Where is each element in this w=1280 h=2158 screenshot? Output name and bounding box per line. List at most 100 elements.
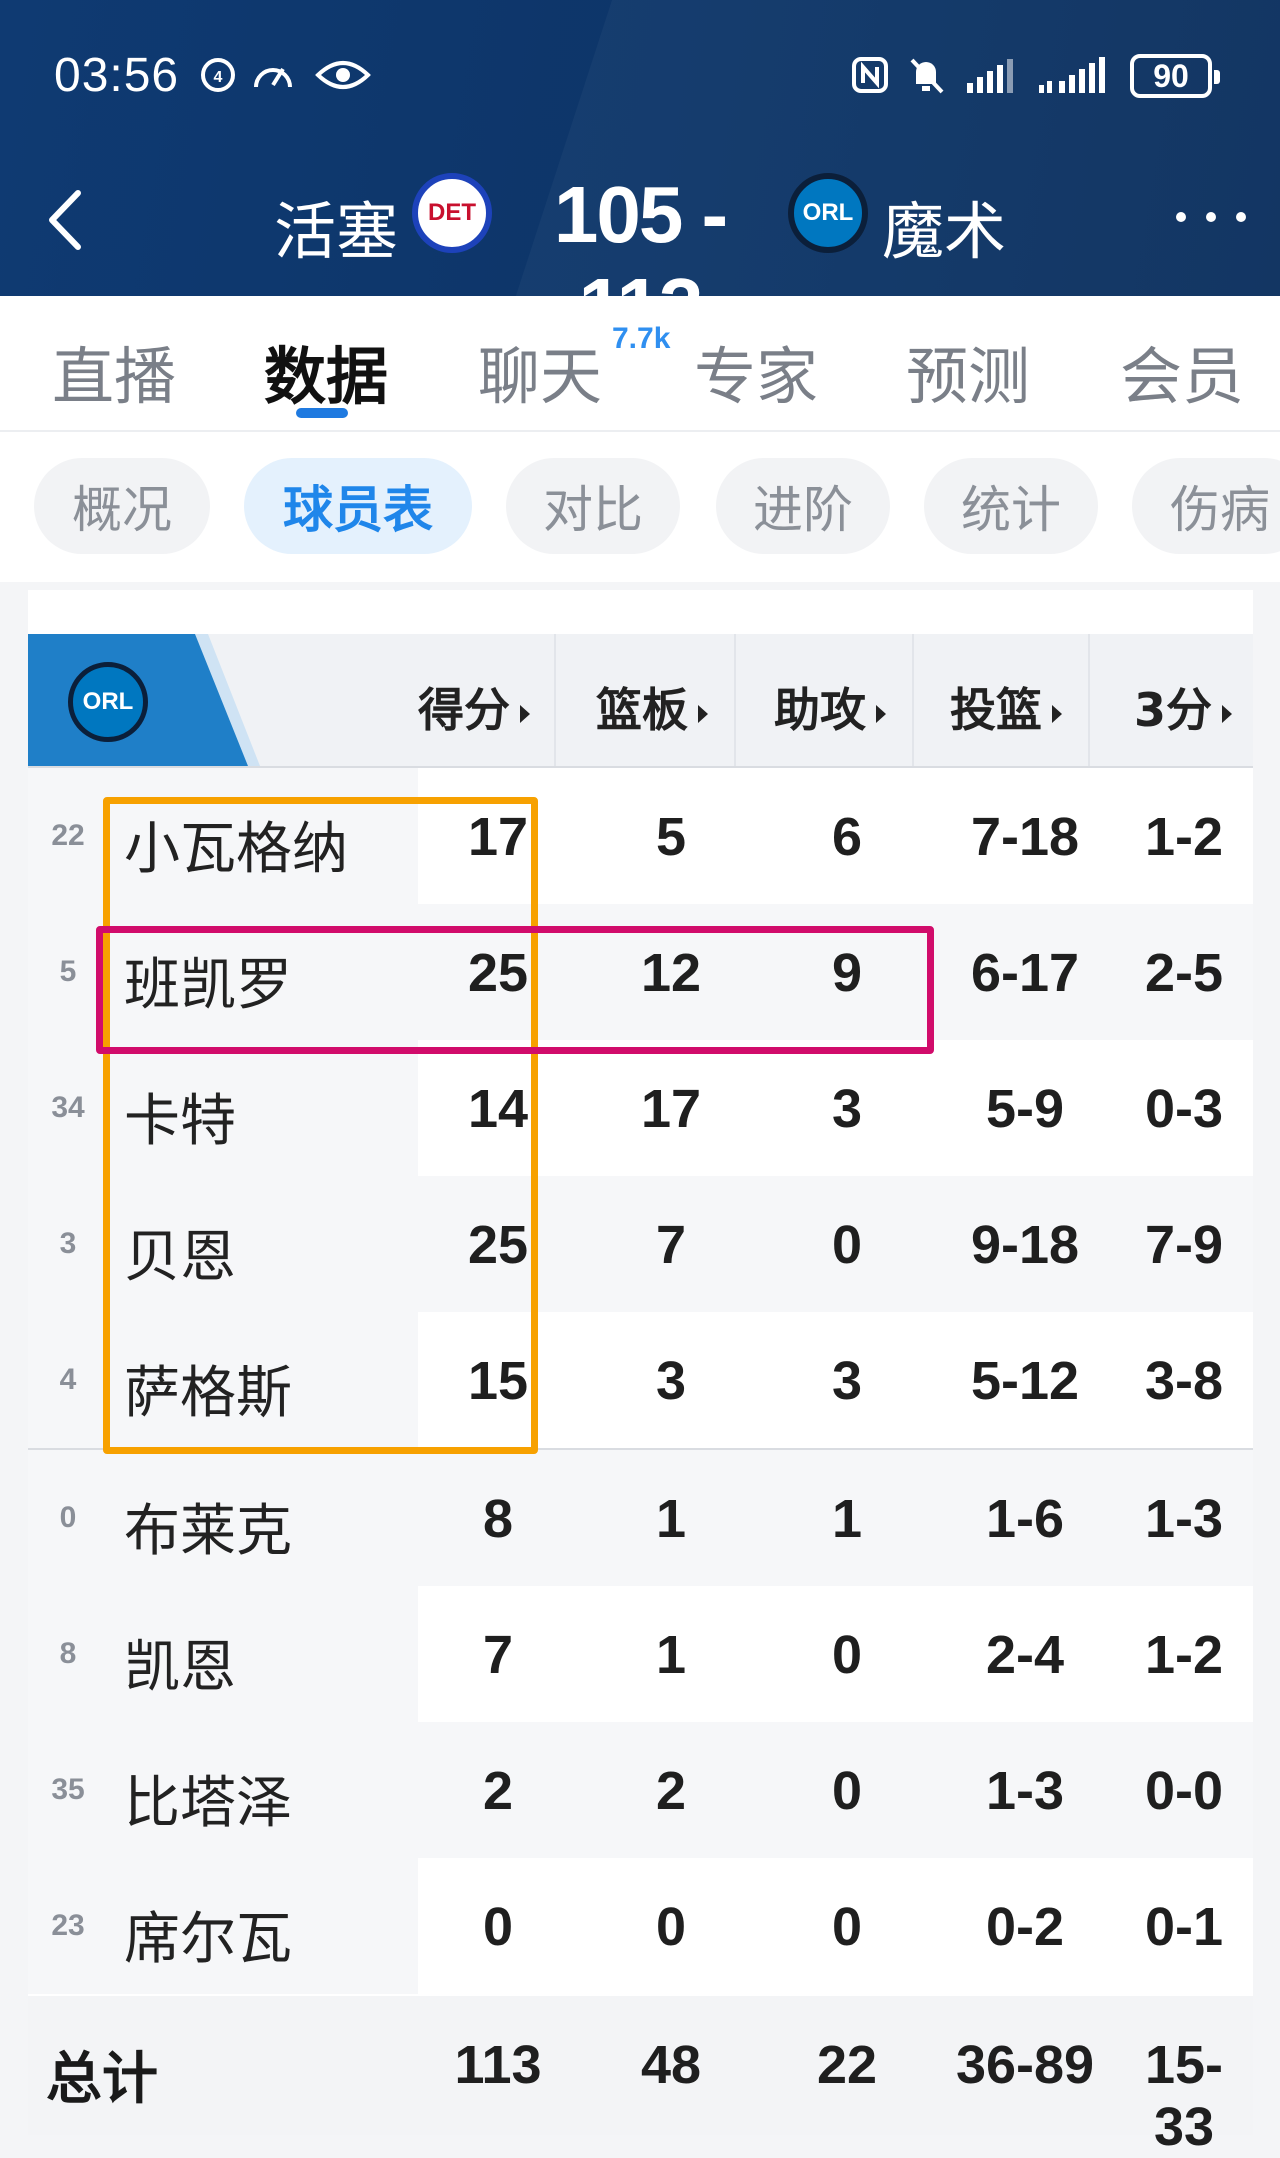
cell-rebounds: 1 xyxy=(655,1625,687,1685)
table-row[interactable]: 23 席尔瓦 0 0 0 0-2 0-1 xyxy=(28,1858,1253,1994)
player-name[interactable]: 席尔瓦 xyxy=(124,1894,292,1975)
cell-assists: 0 xyxy=(831,1761,863,1821)
cell-rebounds: 1 xyxy=(655,1489,687,1549)
column-assists[interactable]: 助攻 xyxy=(774,674,886,740)
jersey-number: 8 xyxy=(44,1630,92,1678)
cell-assists: 0 xyxy=(831,1897,863,1957)
hd-icon: 4 xyxy=(196,52,240,98)
cell-field-goals: 0-2 xyxy=(985,1897,1065,1957)
total-rebounds: 48 xyxy=(640,2035,702,2095)
column-points[interactable]: 得分 xyxy=(418,674,530,740)
subtab-injury[interactable]: 伤病 xyxy=(1132,458,1280,554)
tab-expert[interactable]: 专家 xyxy=(694,326,818,416)
player-name[interactable]: 凯恩 xyxy=(124,1622,236,1703)
total-field-goals: 36-89 xyxy=(955,2035,1095,2095)
speed-icon xyxy=(248,52,298,98)
status-bar: 03:56 4 90 xyxy=(0,0,1280,150)
jersey-number: 23 xyxy=(44,1902,92,1950)
cell-assists: 0 xyxy=(831,1625,863,1685)
sort-arrow-icon xyxy=(698,704,708,723)
column-separator xyxy=(1088,634,1090,766)
banchero-row-highlight xyxy=(96,926,934,1054)
subtab-compare[interactable]: 对比 xyxy=(506,458,680,554)
signal-icon xyxy=(964,52,1020,98)
main-tab-bar: 直播 数据 聊天 7.7k 专家 预测 会员 xyxy=(0,296,1280,432)
cell-assists: 0 xyxy=(831,1215,863,1275)
cell-rebounds: 5 xyxy=(655,807,687,867)
cell-three-pointers: 7-9 xyxy=(1144,1215,1224,1275)
cell-rebounds: 17 xyxy=(640,1079,702,1139)
column-separator xyxy=(734,634,736,766)
mute-icon xyxy=(904,52,948,98)
cell-three-pointers: 0-3 xyxy=(1144,1079,1224,1139)
cell-rebounds: 2 xyxy=(655,1761,687,1821)
total-label: 总计 xyxy=(46,2047,158,2112)
column-assists-label: 助攻 xyxy=(774,683,866,737)
home-team-logo[interactable]: DET xyxy=(412,173,492,253)
cell-points: 8 xyxy=(482,1489,514,1549)
team-logo-orl[interactable]: ORL xyxy=(68,662,148,742)
cell-three-pointers: 1-2 xyxy=(1144,1625,1224,1685)
table-row[interactable]: 0 布莱克 8 1 1 1-6 1-3 xyxy=(28,1450,1253,1586)
player-name[interactable]: 比塔泽 xyxy=(124,1758,292,1839)
cell-three-pointers: 2-5 xyxy=(1144,943,1224,1003)
jersey-number: 22 xyxy=(44,812,92,860)
home-team-name[interactable]: 活塞 xyxy=(274,181,398,271)
cell-assists: 3 xyxy=(831,1351,863,1411)
tab-predict[interactable]: 预测 xyxy=(906,326,1030,416)
cell-points: 2 xyxy=(482,1761,514,1821)
eye-icon xyxy=(314,52,372,98)
table-row[interactable]: 35 比塔泽 2 2 0 1-3 0-0 xyxy=(28,1722,1253,1858)
tab-member[interactable]: 会员 xyxy=(1120,326,1244,416)
table-header: ORL 得分 篮板 助攻 投篮 3分 xyxy=(28,634,1253,766)
nfc-icon xyxy=(848,52,892,98)
sort-arrow-icon xyxy=(876,704,886,723)
cell-field-goals: 9-18 xyxy=(970,1215,1080,1275)
tab-data[interactable]: 数据 xyxy=(264,326,388,416)
sort-arrow-icon xyxy=(520,704,530,723)
column-rebounds[interactable]: 篮板 xyxy=(596,674,708,740)
tab-active-indicator xyxy=(296,408,348,418)
column-three-pointers[interactable]: 3分 xyxy=(1134,674,1233,740)
tab-chat[interactable]: 聊天 xyxy=(478,326,602,416)
cell-field-goals: 7-18 xyxy=(970,807,1080,867)
player-name[interactable]: 布莱克 xyxy=(124,1486,292,1567)
svg-text:4: 4 xyxy=(214,69,223,86)
jersey-number: 5 xyxy=(44,948,92,996)
column-field-goals[interactable]: 投篮 xyxy=(950,674,1062,740)
match-header: 03:56 4 90 活塞 DET 105 - 113 ORL xyxy=(0,0,1280,296)
jersey-number: 3 xyxy=(44,1220,92,1268)
sub-tab-bar: 概况 球员表 对比 进阶 统计 伤病 xyxy=(0,432,1280,582)
table-row[interactable]: 8 凯恩 7 1 0 2-4 1-2 xyxy=(28,1586,1253,1722)
signal-icon-2 xyxy=(1036,52,1116,98)
cell-field-goals: 6-17 xyxy=(970,943,1080,1003)
cell-assists: 1 xyxy=(831,1489,863,1549)
subtab-overview[interactable]: 概况 xyxy=(34,458,210,554)
column-separator xyxy=(554,634,556,766)
battery-indicator: 90 xyxy=(1130,54,1220,98)
total-row: 总计 113 48 22 36-89 15-33 xyxy=(28,1996,1253,2157)
cell-three-pointers: 0-1 xyxy=(1144,1897,1224,1957)
jersey-number: 34 xyxy=(44,1084,92,1132)
column-three-pointers-label: 3分 xyxy=(1134,683,1213,737)
cell-rebounds: 0 xyxy=(655,1897,687,1957)
starters-points-highlight xyxy=(103,797,538,1454)
more-icon[interactable] xyxy=(1176,207,1246,227)
subtab-advanced[interactable]: 进阶 xyxy=(716,458,890,554)
tab-live[interactable]: 直播 xyxy=(52,326,176,416)
away-team-name[interactable]: 魔术 xyxy=(882,181,1006,271)
column-points-label: 得分 xyxy=(418,683,510,737)
cell-three-pointers: 0-0 xyxy=(1144,1761,1224,1821)
subtab-player-stats[interactable]: 球员表 xyxy=(244,458,472,554)
cell-three-pointers: 1-3 xyxy=(1144,1489,1224,1549)
status-time: 03:56 xyxy=(54,49,180,102)
back-button[interactable] xyxy=(38,185,98,255)
cell-assists: 3 xyxy=(831,1079,863,1139)
subtab-stats[interactable]: 统计 xyxy=(924,458,1098,554)
column-rebounds-label: 篮板 xyxy=(596,683,688,737)
away-team-logo[interactable]: ORL xyxy=(788,173,868,253)
cell-assists: 6 xyxy=(831,807,863,867)
cell-field-goals: 1-6 xyxy=(985,1489,1065,1549)
back-icon xyxy=(49,190,81,250)
jersey-number: 35 xyxy=(44,1766,92,1814)
